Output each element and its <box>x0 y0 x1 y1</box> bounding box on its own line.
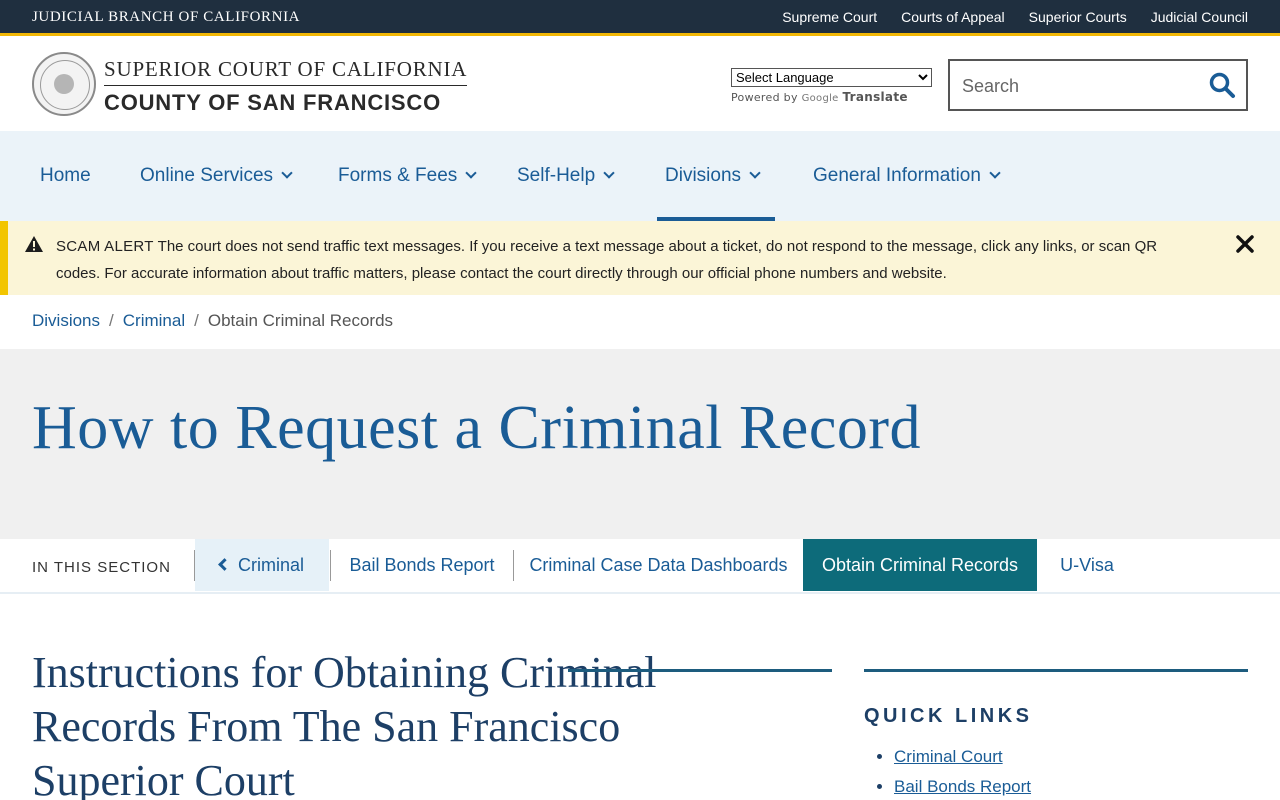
court-name-line1: SUPERIOR COURT OF CALIFORNIA <box>104 57 468 86</box>
language-select[interactable]: Select Language <box>731 68 932 87</box>
breadcrumb-separator: / <box>109 311 114 330</box>
heading-rule <box>568 669 832 672</box>
google-translate-widget: Select Language Powered by Google Transl… <box>731 68 932 104</box>
translate-label: Translate <box>842 90 908 104</box>
section-nav-label: IN THIS SECTION <box>32 559 171 576</box>
section-tab-back-criminal[interactable]: Criminal <box>195 539 329 591</box>
chevron-down-icon <box>465 167 477 179</box>
court-name-line2: COUNTY OF SAN FRANCISCO <box>104 90 442 115</box>
chevron-left-icon <box>218 558 231 571</box>
section-tab-obtain-criminal-records[interactable]: Obtain Criminal Records <box>803 539 1037 591</box>
nav-item-home[interactable]: Home <box>40 131 91 221</box>
nav-item-label: Forms & Fees <box>338 165 458 186</box>
breadcrumb: Divisions / Criminal / Obtain Criminal R… <box>32 311 393 331</box>
court-seal-logo[interactable] <box>32 52 96 116</box>
top-link-supreme-court[interactable]: Supreme Court <box>782 9 877 25</box>
chevron-down-icon <box>281 167 293 179</box>
section-tab-label: Criminal <box>237 555 304 575</box>
nav-item-forms-fees[interactable]: Forms & Fees <box>338 131 477 221</box>
alert-message: The court does not send traffic text mes… <box>56 238 1158 282</box>
close-icon[interactable] <box>1234 233 1256 255</box>
breadcrumb-current: Obtain Criminal Records <box>207 311 394 330</box>
judicial-branch-bar: JUDICIAL BRANCH OF CALIFORNIA Supreme Co… <box>0 0 1280 36</box>
nav-item-label: Online Services <box>140 165 274 186</box>
chevron-down-icon <box>749 167 761 179</box>
section-tab-label: Bail Bonds Report <box>349 555 495 575</box>
site-header: SUPERIOR COURT OF CALIFORNIA COUNTY OF S… <box>0 39 1280 131</box>
top-links: Supreme Court Courts of Appeal Superior … <box>782 9 1248 25</box>
top-link-courts-of-appeal[interactable]: Courts of Appeal <box>901 9 1005 25</box>
page-title: How to Request a Criminal Record <box>32 394 921 462</box>
breadcrumb-criminal[interactable]: Criminal <box>123 311 185 331</box>
quick-links-title: QUICK LINKS <box>864 705 1033 727</box>
nav-item-online-services[interactable]: Online Services <box>140 131 293 221</box>
quick-links-sidebar: QUICK LINKS Criminal Court Bail Bonds Re… <box>864 669 1248 800</box>
search-input[interactable] <box>962 73 1192 99</box>
nav-item-self-help[interactable]: Self-Help <box>517 131 615 221</box>
chevron-down-icon <box>989 167 1001 179</box>
main-navigation: Home Online Services Forms & Fees Self-H… <box>0 131 1280 221</box>
powered-by-google: Powered by Google Translate <box>731 90 932 104</box>
nav-item-label: General Information <box>813 165 981 186</box>
section-tab-label: U-Visa <box>1060 555 1114 575</box>
nav-item-divisions[interactable]: Divisions <box>656 131 776 221</box>
nav-item-label: Home <box>40 165 91 186</box>
top-link-judicial-council[interactable]: Judicial Council <box>1151 9 1248 25</box>
section-tab-label: Obtain Criminal Records <box>821 555 1019 575</box>
scam-alert-banner: SCAM ALERT The court does not send traff… <box>0 221 1280 295</box>
section-tab-bail-bonds-report[interactable]: Bail Bonds Report <box>331 539 513 591</box>
nav-item-label: Self-Help <box>517 165 596 186</box>
search-icon[interactable] <box>1208 71 1236 99</box>
breadcrumb-divisions[interactable]: Divisions <box>32 311 100 331</box>
section-tab-u-visa[interactable]: U-Visa <box>1037 539 1137 591</box>
quick-links-list: Criminal Court Bail Bonds Report <box>894 742 1248 800</box>
search-box <box>948 59 1248 111</box>
warning-icon <box>25 236 43 252</box>
top-link-superior-courts[interactable]: Superior Courts <box>1029 9 1127 25</box>
chevron-down-icon <box>603 167 615 179</box>
powered-by-label: Powered by <box>731 91 798 104</box>
section-tab-criminal-case-data-dashboards[interactable]: Criminal Case Data Dashboards <box>514 539 803 591</box>
court-name-logo[interactable]: SUPERIOR COURT OF CALIFORNIA COUNTY OF S… <box>104 57 468 116</box>
nav-item-label: Divisions <box>665 165 742 186</box>
quick-link-criminal-court[interactable]: Criminal Court <box>894 747 1003 766</box>
list-item: Bail Bonds Report <box>894 772 1248 800</box>
quick-link-bail-bonds-report[interactable]: Bail Bonds Report <box>894 777 1031 796</box>
page-hero: How to Request a Criminal Record <box>0 349 1280 539</box>
judicial-branch-title[interactable]: JUDICIAL BRANCH OF CALIFORNIA <box>32 9 300 26</box>
sidebar-rule <box>864 669 1248 672</box>
nav-item-general-information[interactable]: General Information <box>813 131 1001 221</box>
breadcrumb-separator: / <box>194 311 199 330</box>
section-navigation: IN THIS SECTION Criminal Bail Bonds Repo… <box>0 539 1280 594</box>
alert-title: SCAM ALERT <box>56 238 154 255</box>
alert-text: SCAM ALERT The court does not send traff… <box>56 233 1186 287</box>
section-tab-label: Criminal Case Data Dashboards <box>529 555 788 575</box>
google-logo[interactable]: Google <box>802 93 839 104</box>
list-item: Criminal Court <box>894 742 1248 772</box>
